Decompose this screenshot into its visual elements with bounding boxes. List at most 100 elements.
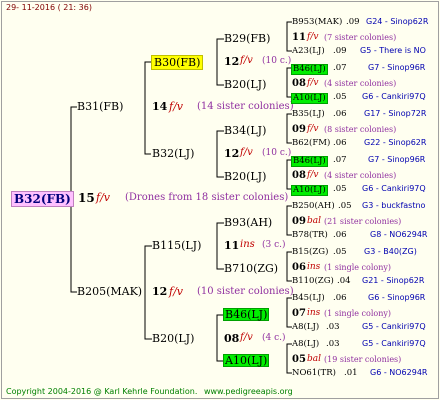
footer-url[interactable]: www.pedigreeapis.org: [204, 387, 293, 396]
g4-note: (1 single colony): [324, 309, 391, 318]
connector-g3: [216, 38, 224, 86]
g4-race: f/v: [307, 124, 319, 134]
g4-queen-name[interactable]: B20(LJ): [224, 79, 266, 90]
g5-queen-name[interactable]: B62(FM): [292, 139, 330, 148]
g4-year: 05: [292, 354, 306, 365]
g4-note: (8 sister colonies): [324, 125, 397, 134]
g4-year: 08: [292, 78, 306, 89]
g2-year: 12: [152, 285, 168, 298]
g5-source: G3 - B40(ZG): [364, 247, 417, 256]
root-race: f/v: [96, 191, 110, 204]
g5-source: G6 - Sinop96R: [368, 293, 426, 302]
g4-year: 09: [292, 124, 306, 135]
g5-source: G22 - Sinop62R: [364, 138, 427, 147]
connector-g2: [144, 245, 152, 340]
g4-year: 08: [292, 170, 306, 181]
g4-race: f/v: [307, 170, 319, 180]
g2-queen-name[interactable]: B205(MAK): [77, 286, 142, 297]
g4-queen-name[interactable]: A10(LJ): [223, 354, 270, 367]
g5-year: .07: [333, 63, 347, 73]
g5-source: G6 - Cankiri97Q: [362, 92, 426, 101]
g5-queen-name[interactable]: NO61(TR): [292, 369, 336, 378]
g5-queen-name[interactable]: B953(MAK): [292, 18, 342, 27]
g5-year: .05: [338, 201, 352, 211]
g5-queen-name[interactable]: B46(LJ): [291, 156, 328, 167]
g5-queen-name[interactable]: A10(LJ): [291, 185, 328, 196]
g5-queen-name[interactable]: A8(LJ): [292, 323, 319, 332]
g3-queen-name[interactable]: B20(LJ): [152, 333, 194, 344]
g3-note: (4 c.): [262, 333, 286, 343]
g3-year: 12: [224, 55, 240, 68]
g4-year: 07: [292, 308, 306, 319]
g4-note: (4 sister colonies): [324, 79, 397, 88]
g3-note: (10 c.): [262, 56, 292, 66]
g2-race: f/v: [169, 100, 183, 113]
g5-source: G5 - Cankiri97Q: [362, 322, 426, 331]
footer: Copyright 2004-2016 @ Karl Kehrle Founda…: [6, 388, 293, 396]
g4-race: ins: [307, 262, 321, 272]
g2-note: (10 sister colonies): [197, 286, 294, 297]
g5-source: G17 - Sinop72R: [364, 109, 427, 118]
g5-year: .01: [344, 368, 358, 378]
g4-note: (21 sister colonies): [324, 217, 402, 226]
g5-source: G24 - Sinop62R: [366, 17, 429, 26]
g5-year: .06: [333, 109, 347, 119]
g4-queen-name[interactable]: B20(LJ): [224, 171, 266, 182]
connector-g3: [216, 222, 224, 270]
g4-queen-name[interactable]: B46(LJ): [223, 308, 270, 321]
g2-note: (14 sister colonies): [197, 101, 294, 112]
g2-year: 14: [152, 100, 168, 113]
g4-note: (19 sister colonies): [324, 355, 402, 364]
g5-year: .09: [333, 46, 347, 56]
g5-source: G7 - Sinop96R: [368, 63, 426, 72]
g3-queen-name[interactable]: B30(FB): [151, 55, 204, 70]
g4-note: (4 sister colonies): [324, 171, 397, 180]
g5-source: G6 - NO6294R: [370, 368, 428, 377]
g3-race: f/v: [240, 332, 253, 343]
g5-queen-name[interactable]: B46(LJ): [291, 64, 328, 75]
g4-race: ins: [307, 308, 321, 318]
g3-race: ins: [240, 239, 255, 250]
g4-note: (1 single colony): [324, 263, 391, 272]
connector-g2: [144, 61, 151, 155]
g5-queen-name[interactable]: A10(LJ): [291, 93, 328, 104]
g5-queen-name[interactable]: B250(AH): [292, 202, 335, 211]
g5-queen-name[interactable]: A8(LJ): [292, 340, 319, 349]
g5-year: .06: [333, 138, 347, 148]
g5-source: G3 - buckfastno: [362, 201, 426, 210]
g5-year: .06: [333, 293, 347, 303]
g5-queen-name[interactable]: B15(ZG): [292, 248, 328, 257]
g5-year: .03: [326, 339, 340, 349]
root-queen-name[interactable]: B32(FB): [11, 191, 74, 207]
g5-year: .09: [346, 17, 360, 27]
g5-year: .05: [333, 184, 347, 194]
g4-note: (7 sister colonies): [324, 33, 397, 42]
g5-queen-name[interactable]: B110(ZG): [292, 277, 334, 286]
g4-queen-name[interactable]: B93(AH): [224, 217, 272, 228]
root-note: (Drones from 18 sister colonies): [125, 192, 289, 203]
g5-source: G8 - NO6294R: [370, 230, 428, 239]
g4-queen-name[interactable]: B34(LJ): [224, 125, 266, 136]
g4-queen-name[interactable]: B29(FB): [224, 33, 270, 44]
g5-queen-name[interactable]: A23(LJ): [292, 47, 325, 56]
g5-year: .05: [333, 247, 347, 257]
footer-copyright: Copyright 2004-2016 @ Karl Kehrle Founda…: [6, 387, 198, 396]
g3-year: 12: [224, 147, 240, 160]
g3-note: (10 c.): [262, 148, 292, 158]
g5-source: G5 - Cankiri97Q: [362, 339, 426, 348]
g3-queen-name[interactable]: B32(LJ): [152, 148, 194, 159]
g5-year: .05: [333, 92, 347, 102]
g5-queen-name[interactable]: B35(LJ): [292, 110, 325, 119]
root-year: 15: [78, 191, 95, 205]
g5-queen-name[interactable]: B45(LJ): [292, 294, 325, 303]
g5-queen-name[interactable]: B78(TR): [292, 231, 328, 240]
g5-year: .07: [333, 155, 347, 165]
g4-year: 06: [292, 262, 306, 273]
g4-year: 11: [292, 32, 306, 43]
g3-queen-name[interactable]: B115(LJ): [152, 240, 201, 251]
g3-note: (3 c.): [262, 240, 286, 250]
g5-source: G6 - Cankiri97Q: [362, 184, 426, 193]
g4-queen-name[interactable]: B710(ZG): [224, 263, 278, 274]
g5-year: .04: [337, 276, 351, 286]
g2-queen-name[interactable]: B31(FB): [77, 101, 123, 112]
